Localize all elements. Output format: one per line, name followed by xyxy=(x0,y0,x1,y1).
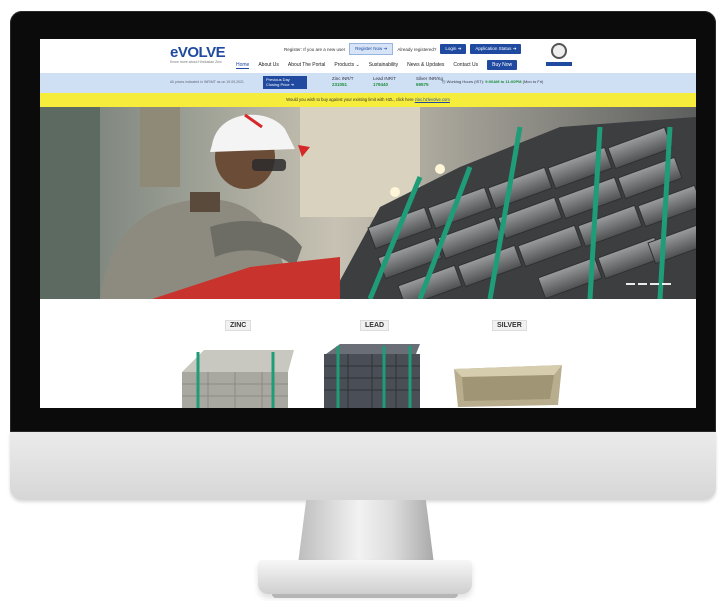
already-registered-prompt: Already registered? xyxy=(397,46,437,52)
lead-price: Lead INR/T 179440 xyxy=(373,76,397,87)
slider-dot-1[interactable] xyxy=(626,283,635,285)
product-label-lead[interactable]: LEAD xyxy=(360,320,390,331)
price-note: All prices indicated in INR/MT as on 19.… xyxy=(170,80,244,84)
website-screen: eVOLVE Know more about Hindustan Zinc Re… xyxy=(40,39,696,408)
register-prompt: Register: If you are a new user xyxy=(284,46,346,52)
logo-tagline: Know more about Hindustan Zinc xyxy=(170,60,222,64)
main-nav: Home About Us About The Portal Products … xyxy=(236,60,518,70)
nav-sustainability[interactable]: Sustainability xyxy=(369,62,398,68)
previous-day-price-button[interactable]: Previous Day Closing Price ➜ xyxy=(263,76,307,89)
slider-dot-2[interactable] xyxy=(638,283,647,285)
price-bar: All prices indicated in INR/MT as on 19.… xyxy=(40,73,696,93)
zinc-price: Zinc INR/T 231051 xyxy=(332,76,354,87)
monitor-stand-neck xyxy=(298,500,434,564)
silver-bar-image[interactable] xyxy=(450,359,566,408)
register-now-button[interactable]: Register Now ➜ xyxy=(349,43,394,55)
hero-photo xyxy=(40,107,696,299)
monitor-stand-base xyxy=(258,560,472,598)
application-status-button[interactable]: Application Status ➜ xyxy=(470,44,522,54)
hindustan-zinc-emblem xyxy=(546,43,572,69)
zinc-ingot-bundle-image[interactable] xyxy=(178,342,294,408)
nav-home[interactable]: Home xyxy=(236,62,250,69)
emblem-icon xyxy=(551,43,567,59)
chevron-down-icon: ⌄ xyxy=(355,62,360,68)
notice-link[interactable]: zinc.hzlevolve.com xyxy=(415,97,450,102)
registration-row: Register: If you are a new user Register… xyxy=(284,43,522,55)
clock-icon: ◷ xyxy=(442,79,446,84)
working-hours: ◷ Working Hours (IST): 9:00AM to 11:00PM… xyxy=(442,79,544,84)
lead-price-value: 179440 xyxy=(373,82,389,87)
monitor-chin xyxy=(10,432,716,500)
notice-banner: Would you wish to buy against your exist… xyxy=(40,93,696,107)
login-button[interactable]: Login ➜ xyxy=(440,44,467,54)
buy-now-button[interactable]: Buy Now xyxy=(487,60,518,70)
site-header: eVOLVE Know more about Hindustan Zinc Re… xyxy=(40,39,696,73)
logo-wordmark: eVOLVE xyxy=(170,44,226,61)
nav-about-us[interactable]: About Us xyxy=(258,62,279,68)
zinc-price-value: 231051 xyxy=(332,82,348,87)
evolve-logo[interactable]: eVOLVE Know more about Hindustan Zinc xyxy=(170,45,226,67)
product-label-zinc[interactable]: ZINC xyxy=(225,320,252,331)
slider-dots[interactable] xyxy=(626,283,671,285)
nav-news-updates[interactable]: News & Updates xyxy=(407,62,444,68)
hero-banner xyxy=(40,107,696,299)
slider-dot-4[interactable] xyxy=(662,283,671,285)
nav-products[interactable]: Products ⌄ xyxy=(334,62,359,68)
slider-dot-3[interactable] xyxy=(650,283,659,285)
nav-contact-us[interactable]: Contact Us xyxy=(453,62,478,68)
nav-about-portal[interactable]: About The Portal xyxy=(288,62,325,68)
silver-price-value: 69575 xyxy=(416,82,429,87)
product-label-silver[interactable]: SILVER xyxy=(492,320,527,331)
emblem-strip xyxy=(546,62,572,66)
lead-ingot-bundle-image[interactable] xyxy=(320,342,424,408)
silver-price: Silver INR/Kg 69575 xyxy=(416,76,444,87)
